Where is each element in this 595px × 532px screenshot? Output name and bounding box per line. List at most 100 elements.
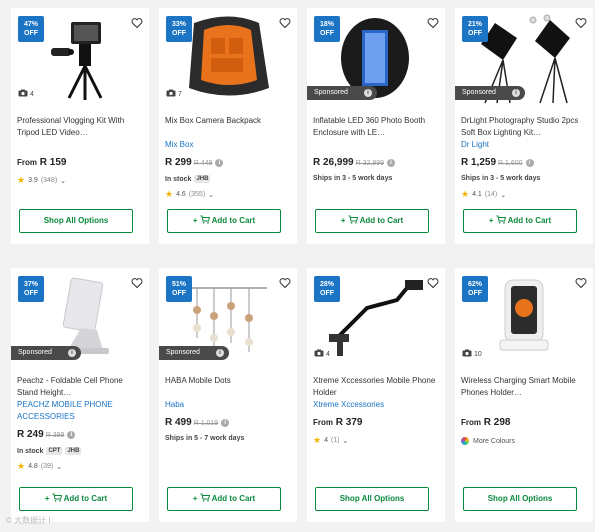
review-count: (39)	[40, 463, 54, 470]
brand-link[interactable]: Xtreme Xccessories	[313, 399, 441, 411]
chevron-down-icon[interactable]: ⌄	[343, 437, 349, 445]
plus-icon: +	[44, 494, 52, 503]
brand-link[interactable]: PEACHZ MOBILE PHONE ACCESSORIES	[17, 399, 145, 423]
more-colours[interactable]: More Colours	[461, 437, 515, 445]
heart-icon[interactable]	[427, 276, 439, 289]
price-info-icon[interactable]: i	[67, 431, 76, 439]
product-card[interactable]: 21% OFF Sponsored i DrLight Photography Stud…	[455, 8, 593, 244]
add-to-cart-button[interactable]: + Add to Cart	[463, 209, 577, 233]
old-price: R 1,019	[193, 420, 219, 427]
product-card[interactable]: 28% OFF 4 Xtreme Xccessories Mobile Phone H…	[307, 268, 445, 522]
rating[interactable]: ★ 4.6 (355) ⌄	[165, 189, 214, 200]
stock-status: In stock JHB	[165, 175, 211, 183]
product-title[interactable]: Professional Vlogging Kit With Tripod LE…	[17, 115, 145, 139]
chevron-down-icon[interactable]: ⌄	[500, 191, 506, 199]
heart-icon[interactable]	[131, 276, 143, 289]
price: R 299 R 449 i	[165, 157, 224, 168]
brand-link[interactable]: Dr Light	[461, 139, 589, 151]
warehouse-tag: JHB	[65, 447, 82, 455]
stock-text: In stock	[17, 447, 44, 455]
add-to-cart-button[interactable]: + Add to Cart	[167, 209, 281, 233]
star-icon: ★	[461, 189, 470, 199]
price-value: R 499	[165, 417, 192, 428]
price: R 499 R 1,019 i	[165, 417, 230, 428]
discount-badge: 51% OFF	[166, 276, 192, 302]
heart-icon[interactable]	[427, 16, 439, 29]
rating[interactable]: ★ 3.9 (348) ⌄	[17, 175, 66, 186]
button-label: Add to Cart	[63, 494, 108, 503]
discount-badge: 37% OFF	[18, 276, 44, 302]
heart-icon[interactable]	[131, 16, 143, 29]
shipping-time: Ships in 3 - 5 work days	[313, 175, 393, 182]
sponsored-label: Sponsored i	[11, 346, 81, 360]
sponsored-text: Sponsored	[18, 349, 52, 356]
price-info-icon[interactable]: i	[387, 159, 396, 167]
price: R 249 R 399 i	[17, 429, 76, 440]
rating[interactable]: ★ 4.1 (14) ⌄	[461, 189, 506, 200]
product-card[interactable]: 47% OFF 4 Professional Vlogging Kit With Tr…	[11, 8, 149, 244]
cart-icon	[496, 215, 506, 225]
heart-icon[interactable]	[279, 276, 291, 289]
product-card[interactable]: 37% OFF Sponsored i Peachz - Foldable Cell P…	[11, 268, 149, 522]
photo-count: 7	[166, 89, 182, 99]
product-title[interactable]: Xtreme Xccessories Mobile Phone Holder	[313, 375, 441, 399]
cart-icon	[200, 493, 210, 503]
discount-badge: 28% OFF	[314, 276, 340, 302]
product-title[interactable]: Peachz - Foldable Cell Phone Stand Heigh…	[17, 375, 145, 399]
product-card[interactable]: 18% OFF Sponsored i Inflatable LED 360 Photo…	[307, 8, 445, 244]
discount-badge: 21% OFF	[462, 16, 488, 42]
product-title[interactable]: HABA Mobile Dots	[165, 375, 293, 387]
price-info-icon[interactable]: i	[525, 159, 534, 167]
chevron-down-icon[interactable]: ⌄	[56, 463, 62, 471]
add-to-cart-button[interactable]: + Add to Cart	[167, 487, 281, 511]
photo-count: 10	[462, 349, 482, 359]
plus-icon: +	[192, 494, 200, 503]
star-icon: ★	[17, 175, 26, 185]
brand-link[interactable]: Haba	[165, 399, 293, 411]
price-info-icon[interactable]: i	[215, 159, 224, 167]
cart-icon	[200, 215, 210, 225]
add-to-cart-button[interactable]: + Add to Cart	[19, 487, 133, 511]
old-price: R 32,999	[355, 160, 385, 167]
product-title[interactable]: Inflatable LED 360 Photo Booth Enclosure…	[313, 115, 441, 139]
rating-value: 4.6	[176, 191, 186, 198]
rating[interactable]: ★ 4.8 (39) ⌄	[17, 461, 62, 472]
rating-value: 4.8	[28, 463, 38, 470]
button-label: Add to Cart	[211, 216, 256, 225]
chevron-down-icon[interactable]: ⌄	[60, 177, 66, 185]
heart-icon[interactable]	[575, 276, 587, 289]
shop-all-options-button[interactable]: Shop All Options	[463, 487, 577, 511]
price-prefix: From	[313, 418, 333, 427]
discount-badge: 62% OFF	[462, 276, 488, 302]
product-card[interactable]: 33% OFF 7 Mix Box Camera Backpack Mix Box R 2…	[159, 8, 297, 244]
rating[interactable]: ★ 4 (1) ⌄	[313, 435, 348, 446]
product-card[interactable]: 62% OFF 10 Wireless Charging Smart Mobile P…	[455, 268, 593, 522]
review-count: (348)	[40, 177, 58, 184]
brand-link[interactable]: Mix Box	[165, 139, 293, 151]
review-count: (14)	[484, 191, 498, 198]
heart-icon[interactable]	[279, 16, 291, 29]
product-title[interactable]: Wireless Charging Smart Mobile Phones Ho…	[461, 375, 589, 399]
price-prefix: From	[461, 418, 481, 427]
info-icon[interactable]: i	[216, 349, 224, 357]
info-icon[interactable]: i	[364, 89, 372, 97]
info-icon[interactable]: i	[68, 349, 76, 357]
shop-all-options-button[interactable]: Shop All Options	[19, 209, 133, 233]
shop-all-options-button[interactable]: Shop All Options	[315, 487, 429, 511]
info-icon[interactable]: i	[512, 89, 520, 97]
discount-badge: 33% OFF	[166, 16, 192, 42]
add-to-cart-button[interactable]: + Add to Cart	[315, 209, 429, 233]
product-title[interactable]: Mix Box Camera Backpack	[165, 115, 293, 127]
button-label: Shop All Options	[43, 216, 109, 225]
price-value: R 26,999	[313, 157, 354, 168]
product-title[interactable]: DrLight Photography Studio 2pcs Soft Box…	[461, 115, 589, 139]
star-icon: ★	[165, 189, 174, 199]
price: R 1,259 R 1,600 i	[461, 157, 534, 168]
price-info-icon[interactable]: i	[221, 419, 230, 427]
review-count: (355)	[188, 191, 206, 198]
product-card[interactable]: 51% OFF Sponsored i HABA Mobile Dots Haba R 49…	[159, 268, 297, 522]
photo-count-text: 10	[474, 350, 482, 358]
chevron-down-icon[interactable]: ⌄	[208, 191, 214, 199]
heart-icon[interactable]	[575, 16, 587, 29]
cart-icon	[52, 493, 62, 503]
